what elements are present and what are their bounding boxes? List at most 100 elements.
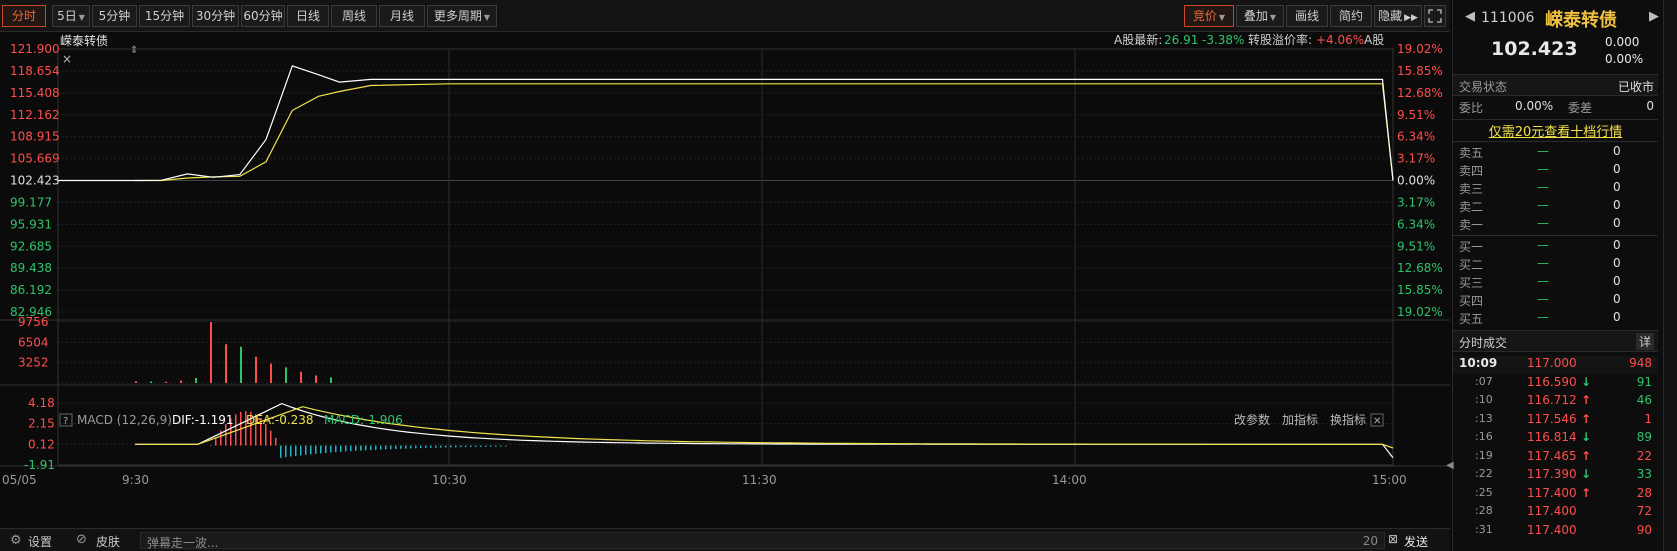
- period-15min-button[interactable]: 15分钟: [139, 5, 190, 27]
- chart-background: [0, 33, 1450, 528]
- price-tick-label: 118.654: [10, 64, 60, 78]
- level-price: —: [1537, 198, 1549, 212]
- time-tick-label: 10:30: [432, 473, 467, 487]
- hide-button[interactable]: 隐藏 ▶▶: [1374, 5, 1422, 27]
- draw-line-button[interactable]: 画线: [1286, 5, 1328, 27]
- ask-level-row[interactable]: 卖一 — 0: [1453, 216, 1658, 234]
- a-share-tag: A股: [1364, 33, 1384, 47]
- gear-icon[interactable]: ⚙: [10, 533, 22, 548]
- bid-level-row[interactable]: 买四 — 0: [1453, 292, 1658, 310]
- close-icon[interactable]: ×: [62, 52, 72, 66]
- macd-bar: [285, 445, 287, 458]
- period-fenshi-button[interactable]: 分时: [2, 5, 46, 27]
- bid-level-row[interactable]: 买一 — 0: [1453, 238, 1658, 256]
- macd-bar: [275, 437, 277, 446]
- level-volume: 0: [1613, 274, 1621, 288]
- price-tick-label: 105.669: [10, 152, 60, 166]
- volume-bar: [270, 363, 272, 383]
- trade-time: 10:09: [1459, 356, 1498, 370]
- period-label: 分时: [11, 9, 36, 23]
- period-5min-button[interactable]: 5分钟: [92, 5, 137, 27]
- pct-tick-label: 15.85%: [1397, 64, 1443, 78]
- macd-param-button[interactable]: 改参数: [1234, 412, 1270, 427]
- period-monthly-button[interactable]: 月线: [379, 5, 425, 27]
- macd-bar: [355, 445, 357, 451]
- period-5day-button[interactable]: 5日 ▼: [52, 5, 90, 27]
- prev-stock-icon[interactable]: ◀: [1465, 9, 1475, 24]
- level-price: —: [1537, 256, 1549, 270]
- trade-volume: 948: [1629, 356, 1652, 370]
- send-icon[interactable]: ⊠: [1388, 532, 1398, 546]
- volume-tick-label: 9756: [18, 315, 49, 329]
- volume-bar: [165, 381, 167, 383]
- macd-bar: [350, 445, 352, 452]
- status-value: 已收市: [1617, 80, 1654, 94]
- trade-price: 117.546: [1527, 411, 1577, 426]
- time-tick-label: 14:00: [1052, 473, 1087, 487]
- bid-level-row[interactable]: 买五 — 0: [1453, 310, 1658, 328]
- macd-tick-label: 4.18: [28, 396, 55, 410]
- skin-label[interactable]: 皮肤: [96, 533, 120, 550]
- level-volume: 0: [1613, 180, 1621, 194]
- premium-label: 转股溢价率:: [1248, 33, 1312, 47]
- skin-icon[interactable]: ⊘: [76, 532, 87, 547]
- send-button[interactable]: 发送: [1404, 533, 1428, 550]
- add-indicator-button[interactable]: 加指标: [1282, 412, 1318, 427]
- chart-name: 嵘泰转债: [60, 33, 108, 48]
- macd-bar: [495, 445, 497, 447]
- ask-level-row[interactable]: 卖三 — 0: [1453, 180, 1658, 198]
- danmu-input[interactable]: 弹幕走一波... 20: [140, 532, 1385, 550]
- more-periods-button[interactable]: 更多周期 ▼: [427, 5, 497, 27]
- switch-indicator-button[interactable]: 换指标: [1330, 412, 1366, 427]
- period-daily-button[interactable]: 日线: [287, 5, 329, 27]
- trade-row: :13 117.546 ↑ 1: [1453, 412, 1658, 430]
- side-scroll-strip[interactable]: [1663, 0, 1677, 551]
- ask-level-row[interactable]: 卖五 — 0: [1453, 144, 1658, 162]
- settings-label[interactable]: 设置: [28, 533, 52, 550]
- trade-time: :19: [1475, 448, 1493, 462]
- collapse-handle-icon[interactable]: ◀: [1446, 460, 1454, 471]
- level-label: 卖四: [1459, 164, 1484, 178]
- close-icon: ✕: [1373, 416, 1381, 427]
- trade-status-row: 交易状态 已收市: [1453, 74, 1658, 96]
- time-tick-label: 15:00: [1372, 473, 1407, 487]
- macd-bar: [340, 445, 342, 452]
- bid-level-row[interactable]: 买二 — 0: [1453, 256, 1658, 274]
- trades-detail-button[interactable]: 详: [1635, 333, 1654, 350]
- ask-level-row[interactable]: 卖二 — 0: [1453, 198, 1658, 216]
- level-label: 买四: [1459, 294, 1484, 308]
- divider: [1453, 235, 1658, 236]
- level-label: 买二: [1459, 258, 1484, 272]
- intraday-chart[interactable]: 嵘泰转债 × ⇕ A股最新: 26.91 -3.38% 转股溢价率: +4.06…: [0, 33, 1450, 528]
- next-stock-icon[interactable]: ▶: [1649, 9, 1659, 24]
- level-label: 买一: [1459, 240, 1484, 254]
- period-weekly-button[interactable]: 周线: [331, 5, 377, 27]
- simple-mode-button[interactable]: 简约: [1330, 5, 1372, 27]
- period-30min-button[interactable]: 30分钟: [192, 5, 239, 27]
- trade-row: :25 117.400 ↑ 28: [1453, 486, 1658, 504]
- fullscreen-button[interactable]: [1424, 5, 1446, 27]
- macd-tick-label: 0.12: [28, 437, 55, 451]
- period-label: 15分钟: [144, 9, 185, 23]
- danmu-placeholder: 弹幕走一波...: [147, 536, 219, 550]
- period-label: 更多周期: [433, 9, 482, 23]
- auction-button[interactable]: 竞价 ▼: [1184, 5, 1234, 27]
- arrow-up-icon: ↑: [1581, 448, 1592, 463]
- bid-level-row[interactable]: 买三 — 0: [1453, 274, 1658, 292]
- price-tick-label: 112.162: [10, 108, 60, 122]
- overlay-button[interactable]: 叠加 ▼: [1236, 5, 1284, 27]
- period-60min-button[interactable]: 60分钟: [241, 5, 285, 27]
- webi-label: 委比: [1459, 101, 1484, 115]
- trade-time: :25: [1475, 485, 1493, 499]
- ask-level-row[interactable]: 卖四 — 0: [1453, 162, 1658, 180]
- price-tick-label: 89.438: [10, 261, 52, 275]
- time-tick-label: 11:30: [742, 473, 777, 487]
- button-label: 简约: [1338, 9, 1363, 23]
- upgrade-link[interactable]: 仅需20元查看十档行情: [1453, 121, 1658, 140]
- arrow-up-icon: ↑: [1581, 393, 1592, 407]
- trade-time: :13: [1475, 411, 1493, 425]
- a-share-label: A股最新:: [1114, 33, 1162, 47]
- pct-tick-label: 19.02%: [1397, 305, 1443, 319]
- macd-bar: [480, 445, 482, 447]
- trade-volume: 72: [1636, 504, 1652, 518]
